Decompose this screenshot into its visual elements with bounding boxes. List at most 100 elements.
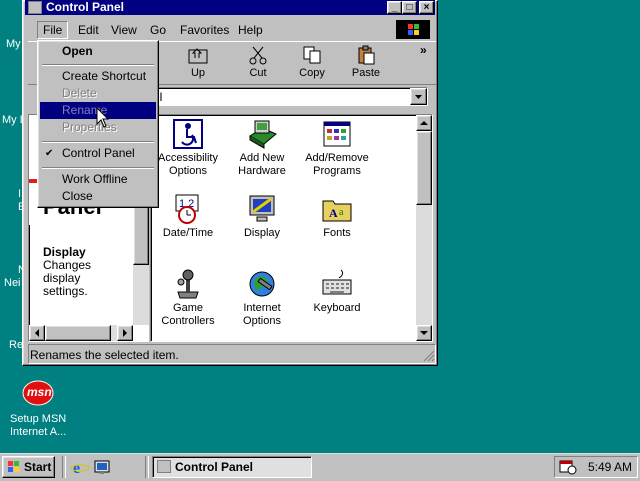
toolbar-more-chevron-icon[interactable]: » — [420, 43, 427, 57]
desktop-label-recycle-bin[interactable]: Re — [9, 339, 23, 352]
keyboard-icon — [321, 268, 353, 300]
display-icon — [246, 193, 278, 225]
item-label-line1: Game — [173, 302, 203, 314]
address-dropdown-button[interactable] — [410, 88, 427, 105]
menu-go[interactable]: Go — [150, 22, 166, 38]
windows-logo-throbber — [396, 20, 430, 39]
items-vscroll-thumb[interactable] — [416, 131, 432, 205]
internet-options-icon — [246, 268, 278, 300]
start-button[interactable]: Start — [2, 456, 55, 478]
item-label-line1: Internet — [243, 302, 281, 314]
left-pane-hscroll-thumb[interactable] — [45, 325, 111, 341]
copy-label: Copy — [299, 67, 325, 79]
internet-explorer-icon[interactable]: e — [70, 458, 90, 477]
menu-item-delete[interactable]: Delete — [40, 85, 156, 102]
up-label: Up — [190, 67, 206, 79]
item-label-line1: Fonts — [323, 227, 351, 239]
desktop-label-setup-msn-2[interactable]: Internet A... — [10, 426, 66, 439]
scroll-down-button[interactable] — [416, 325, 432, 341]
menu-item-create-shortcut[interactable]: Create Shortcut — [40, 68, 156, 85]
menu-help[interactable]: Help — [238, 22, 263, 38]
item-internet-options[interactable]: Internet Options — [223, 268, 301, 328]
menu-item-open[interactable]: Open — [40, 43, 156, 60]
scroll-left-button[interactable] — [29, 325, 45, 341]
arrow-right-icon — [123, 329, 127, 337]
desktop-label-internet-explorer-1[interactable]: I — [18, 188, 21, 201]
item-label-line1: Add/Remove — [305, 152, 369, 164]
svg-text:e: e — [73, 460, 80, 476]
title-bar[interactable]: Control Panel _ □ × — [25, 0, 435, 15]
left-pane-hscroll[interactable] — [29, 325, 133, 341]
accessibility-icon — [172, 118, 204, 150]
status-text: Renames the selected item. — [30, 348, 179, 362]
item-add-new-hardware[interactable]: Add New Hardware — [223, 118, 301, 178]
item-display[interactable]: Display — [223, 193, 301, 240]
taskbar-button-control-panel[interactable]: Control Panel — [152, 456, 312, 478]
menu-favorites[interactable]: Favorites — [180, 22, 229, 38]
selected-item-title: Display — [43, 245, 86, 259]
windows-flag-icon — [8, 461, 19, 472]
selected-item-desc-3: settings. — [43, 284, 88, 298]
control-panel-small-icon — [157, 460, 171, 473]
taskbar-button-label: Control Panel — [175, 460, 254, 474]
arrow-up-icon — [420, 121, 428, 125]
scissors-icon — [233, 45, 283, 67]
desktop-label-network-2[interactable]: Nei — [4, 277, 21, 290]
menu-separator — [42, 141, 154, 143]
fonts-icon: Aa — [321, 193, 353, 225]
item-fonts[interactable]: Aa Fonts — [298, 193, 376, 240]
menu-view[interactable]: View — [111, 22, 137, 38]
up-button[interactable]: Up — [173, 45, 223, 79]
item-label-line1: Keyboard — [313, 302, 361, 314]
scroll-right-button[interactable] — [117, 325, 133, 341]
menu-item-close[interactable]: Close — [40, 188, 156, 205]
date-time-icon: 1 2 — [172, 193, 204, 225]
up-folder-icon — [173, 45, 223, 67]
item-add-remove-programs[interactable]: Add/Remove Programs — [298, 118, 376, 178]
menu-bar: File Edit View Go Favorites Help — [30, 19, 435, 41]
item-label-line2: Controllers — [161, 315, 215, 327]
paste-label: Paste — [351, 67, 381, 79]
close-button[interactable]: × — [419, 1, 434, 14]
items-vscroll[interactable] — [416, 115, 432, 341]
svg-text:A: A — [329, 206, 338, 220]
status-bar: Renames the selected item. — [28, 344, 436, 364]
scroll-up-button[interactable] — [416, 115, 432, 131]
control-panel-items-pane: Accessibility Options Add New Hardware A… — [150, 114, 433, 342]
item-label-line2: Programs — [313, 165, 361, 177]
menu-item-work-offline[interactable]: Work Offline — [40, 171, 156, 188]
item-label-line2: Hardware — [238, 165, 286, 177]
menu-edit[interactable]: Edit — [78, 22, 99, 38]
mouse-cursor-icon — [96, 107, 110, 128]
item-label-line2: Options — [169, 165, 207, 177]
minimize-button[interactable]: _ — [387, 1, 402, 14]
resize-grip-icon[interactable] — [423, 350, 435, 362]
copy-button[interactable]: Copy — [287, 45, 337, 79]
menu-separator — [42, 64, 154, 66]
item-label-line1: Add New — [239, 152, 285, 164]
arrow-left-icon — [35, 329, 39, 337]
arrow-down-icon — [420, 331, 428, 335]
scheduler-tray-icon[interactable] — [559, 459, 577, 475]
show-desktop-icon[interactable] — [93, 458, 113, 476]
item-game-controllers[interactable]: Game Controllers — [149, 268, 227, 328]
item-label-line1: Accessibility — [158, 152, 218, 164]
cut-button[interactable]: Cut — [233, 45, 283, 79]
desktop-label-setup-msn-1[interactable]: Setup MSN — [10, 413, 66, 426]
menu-item-control-panel[interactable]: Control Panel — [40, 145, 156, 162]
item-date-time[interactable]: 1 2 Date/Time — [149, 193, 227, 240]
desktop-label-my-computer[interactable]: My — [6, 38, 21, 51]
item-keyboard[interactable]: Keyboard — [298, 268, 376, 315]
taskbar-separator — [145, 456, 149, 478]
clock[interactable]: 5:49 AM — [588, 460, 632, 474]
menu-file[interactable]: File — [37, 21, 69, 39]
item-label-line1: Date/Time — [162, 227, 214, 239]
item-label-line1: Display — [243, 227, 281, 239]
control-panel-small-icon[interactable] — [28, 1, 42, 14]
paste-button[interactable]: Paste — [341, 45, 391, 79]
msn-icon[interactable]: msn — [22, 380, 54, 406]
maximize-button[interactable]: □ — [402, 1, 417, 14]
item-accessibility-options[interactable]: Accessibility Options — [149, 118, 227, 178]
clipboard-icon — [341, 45, 391, 67]
add-hardware-icon — [246, 118, 278, 150]
